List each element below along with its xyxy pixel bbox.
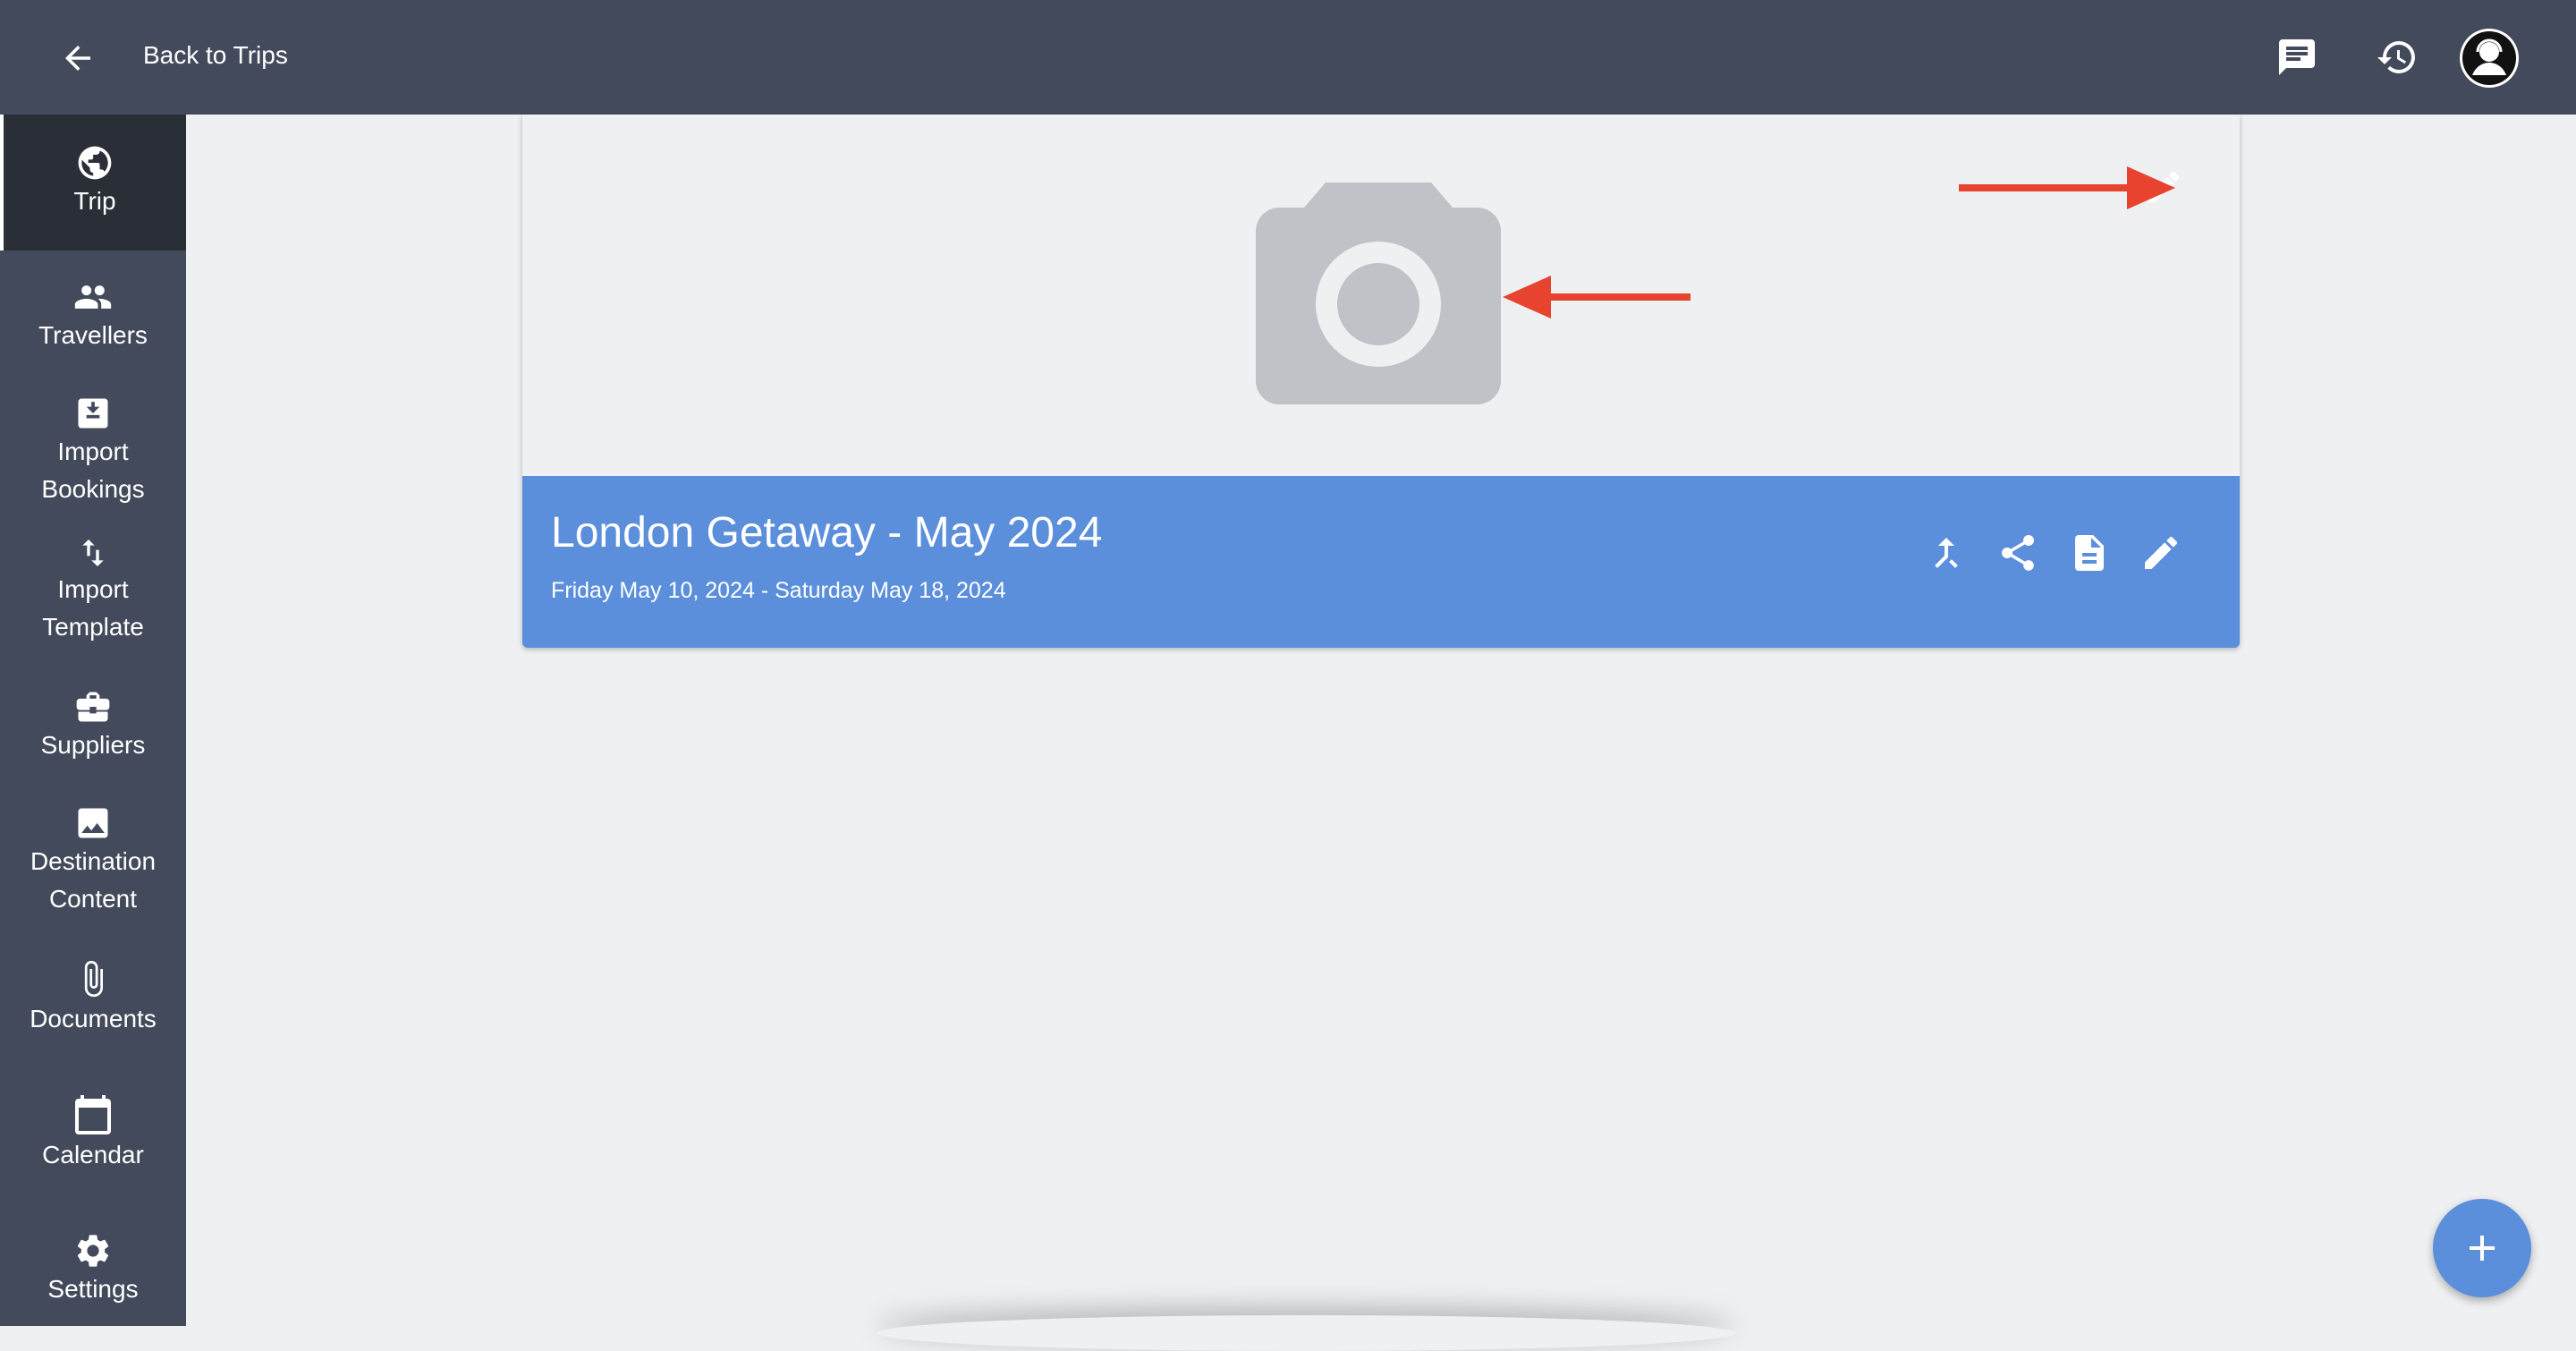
sidebar-item-settings[interactable]: Settings: [0, 1231, 186, 1326]
sidebar-item-label: Calendar: [42, 1141, 144, 1168]
globe-icon: [78, 146, 112, 180]
sidebar-item-label-line2: Template: [42, 613, 144, 641]
back-to-trips-link[interactable]: Back to Trips: [143, 41, 288, 70]
swap-vertical-icon: [82, 540, 104, 566]
sidebar-item-travellers[interactable]: Travellers: [0, 277, 186, 394]
merge-icon[interactable]: [1925, 531, 1968, 574]
share-icon[interactable]: [1996, 531, 2039, 574]
sidebar-item-label: Import: [57, 438, 129, 465]
history-icon[interactable]: [2376, 36, 2419, 79]
sidebar-item-label: Import: [57, 575, 129, 603]
import-icon: [78, 398, 108, 429]
sidebar-item-trip[interactable]: Trip: [0, 115, 186, 251]
avatar-icon: [2462, 31, 2516, 85]
sidebar-item-import-bookings[interactable]: Import Bookings: [0, 394, 186, 528]
sidebar: Trip Travellers Import Bookings Import T…: [0, 115, 186, 1326]
add-fab-button[interactable]: [2433, 1199, 2531, 1297]
document-icon[interactable]: [2068, 531, 2111, 574]
sidebar-item-calendar[interactable]: Calendar: [0, 1093, 186, 1210]
chat-icon[interactable]: [2275, 36, 2318, 79]
sidebar-item-label: Settings: [47, 1275, 139, 1303]
people-icon: [74, 285, 112, 309]
paperclip-icon: [84, 960, 103, 998]
sidebar-item-documents[interactable]: Documents: [0, 957, 186, 1074]
sidebar-item-label: Destination: [30, 847, 157, 875]
sidebar-item-label: Trip: [73, 187, 116, 215]
calendar-icon: [75, 1095, 111, 1134]
arrow-left-icon[interactable]: [59, 39, 97, 77]
sidebar-item-suppliers[interactable]: Suppliers: [0, 687, 186, 794]
annotation-arrow-to-camera: [1503, 276, 1690, 319]
edit-trip-icon[interactable]: [2140, 531, 2182, 574]
camera-icon[interactable]: [1256, 183, 1501, 404]
plus-icon: [2470, 1236, 2495, 1261]
sidebar-item-label-line2: Bookings: [41, 475, 145, 503]
sidebar-item-import-template[interactable]: Import Template: [0, 535, 186, 669]
sidebar-item-label: Travellers: [38, 321, 148, 349]
image-icon: [78, 808, 108, 838]
sidebar-item-label: Suppliers: [40, 731, 146, 759]
user-avatar[interactable]: [2460, 29, 2519, 88]
top-bar: Back to Trips: [0, 0, 2576, 115]
annotation-arrow-to-edit: [1959, 166, 2175, 209]
trip-title: London Getaway - May 2024: [551, 509, 1103, 557]
briefcase-icon: [76, 692, 110, 722]
trip-title-bar: London Getaway - May 2024 Friday May 10,…: [522, 476, 2240, 648]
main-content: London Getaway - May 2024 Friday May 10,…: [186, 115, 2576, 1326]
sidebar-item-label-line2: Content: [48, 885, 138, 913]
bottom-sheet-shadow: [877, 1315, 1735, 1351]
gear-icon: [77, 1235, 109, 1267]
sidebar-item-destination-content[interactable]: Destination Content: [0, 803, 186, 938]
trip-dates: Friday May 10, 2024 - Saturday May 18, 2…: [551, 578, 1006, 603]
sidebar-item-label: Documents: [30, 1005, 157, 1032]
